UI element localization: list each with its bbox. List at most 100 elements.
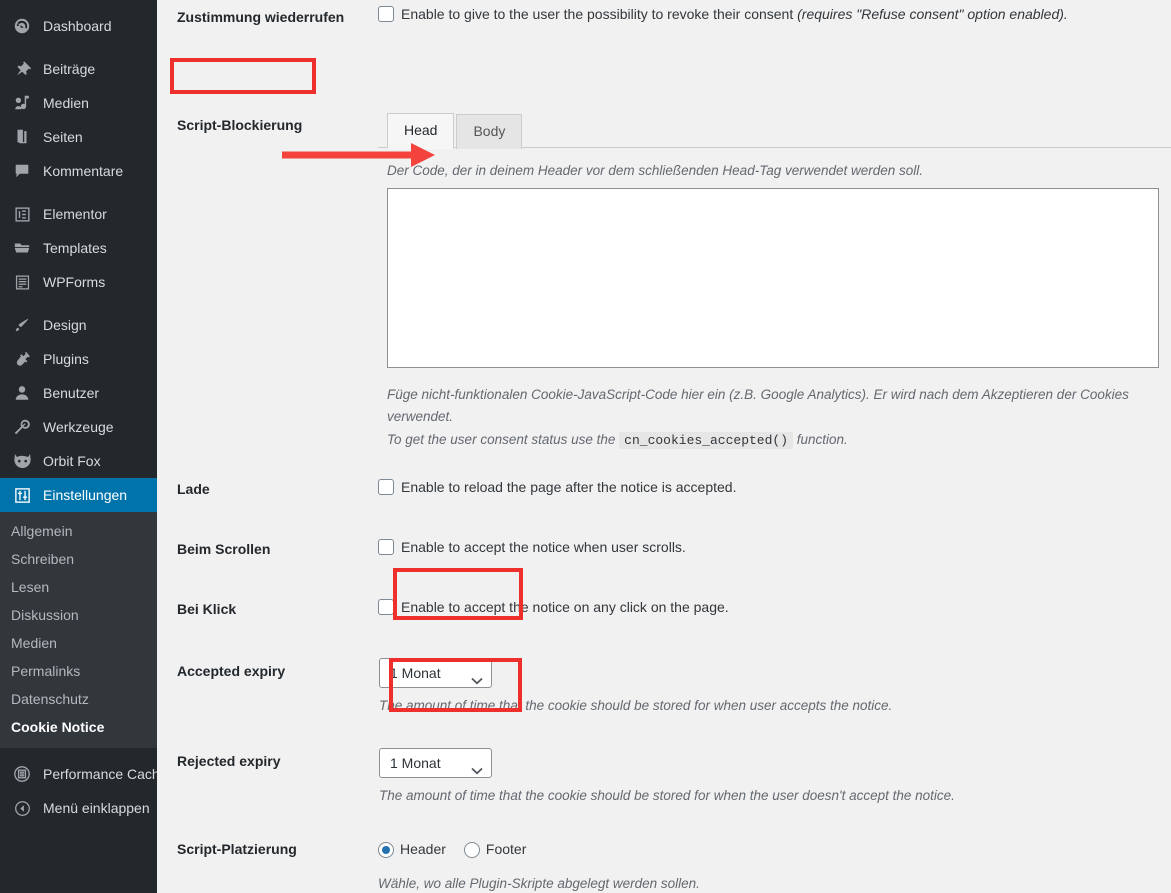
sidebar-item-design[interactable]: Design [0, 308, 157, 342]
sidebar-item-collapse-menu[interactable]: Menü einklappen [0, 791, 157, 825]
form-icon [10, 272, 34, 292]
row-script-placement: Script-Platzierung Header Footer Wähle, … [157, 832, 1171, 893]
checkbox-reload[interactable] [378, 479, 394, 495]
sidebar-item-seiten[interactable]: Seiten [0, 120, 157, 154]
pages-icon [10, 127, 34, 147]
label-revoke-consent: Zustimmung wiederrufen [157, 0, 378, 46]
sidebar-item-label: Kommentare [43, 163, 123, 179]
field-revoke-consent: Enable to give to the user the possibili… [378, 0, 1171, 40]
radio-footer-label: Footer [486, 839, 526, 860]
sidebar-item-label: Templates [43, 240, 107, 256]
plug-icon [10, 349, 34, 369]
accepted-expiry-select-wrap: 1 Monat [379, 658, 492, 688]
label-reload: Lade [157, 472, 378, 518]
checkbox-revoke-consent-label: Enable to give to the user the possibili… [401, 4, 1068, 25]
menu-separator [0, 748, 157, 757]
sidebar-item-wpforms[interactable]: WPForms [0, 265, 157, 299]
sidebar-item-label: Medien [43, 95, 89, 111]
row-on-click: Bei Klick Enable to accept the notice on… [157, 592, 1171, 652]
row-reload: Lade Enable to reload the page after the… [157, 472, 1171, 532]
revoke-text-italic: (requires "Refuse consent" option enable… [797, 6, 1068, 22]
head-tab-hint: Der Code, der in deinem Header vor dem s… [378, 148, 1171, 188]
accepted-expiry-description: The amount of time that the cookie shoul… [379, 696, 1161, 716]
revoke-text: Enable to give to the user the possibili… [401, 6, 797, 22]
label-on-scroll: Beim Scrollen [157, 532, 378, 578]
accepted-expiry-select[interactable]: 1 Monat [379, 658, 492, 688]
script-tabs: Head Body [378, 112, 1171, 148]
sidebar-item-label: Dashboard [43, 18, 112, 34]
menu-group-primary: Dashboard [0, 9, 157, 43]
menu-separator [0, 188, 157, 197]
sidebar-item-label: Orbit Fox [43, 453, 101, 469]
sidebar-item-einstellungen[interactable]: Einstellungen [0, 478, 157, 512]
submenu-item-cookie-notice[interactable]: Cookie Notice [0, 713, 157, 741]
row-accepted-expiry: Accepted expiry 1 Monat The amount of ti… [157, 652, 1171, 742]
sidebar-item-werkzeuge[interactable]: Werkzeuge [0, 410, 157, 444]
sidebar-item-templates[interactable]: Templates [0, 231, 157, 265]
sidebar-item-elementor[interactable]: Elementor [0, 197, 157, 231]
menu-group-admin: Design Plugins Benutzer Werkzeuge Orbit … [0, 308, 157, 512]
sidebar-item-kommentare[interactable]: Kommentare [0, 154, 157, 188]
checkbox-on-scroll-label: Enable to accept the notice when user sc… [401, 537, 686, 558]
label-on-click: Bei Klick [157, 592, 378, 638]
radio-footer[interactable] [464, 842, 480, 858]
sidebar-item-performance-cache[interactable]: Performance Cache [0, 757, 157, 791]
sidebar-item-label: WPForms [43, 274, 105, 290]
submenu-item-medien[interactable]: Medien [0, 629, 157, 657]
submenu-item-permalinks[interactable]: Permalinks [0, 657, 157, 685]
sidebar-item-label: Benutzer [43, 385, 99, 401]
tab-body[interactable]: Body [456, 114, 522, 149]
sidebar-item-label: Seiten [43, 129, 83, 145]
sidebar-item-label: Design [43, 317, 87, 333]
code-desc-line1: Füge nicht-funktionalen Cookie-JavaScrip… [387, 387, 1129, 424]
rejected-expiry-select-wrap: 1 Monat [379, 748, 492, 778]
radio-header[interactable] [378, 842, 394, 858]
field-rejected-expiry: 1 Monat The amount of time that the cook… [378, 742, 1171, 821]
sidebar-item-benutzer[interactable]: Benutzer [0, 376, 157, 410]
script-placement-description: Wähle, wo alle Plugin-Skripte abgelegt w… [378, 874, 1161, 893]
settings-content: Zustimmung wiederrufen Enable to give to… [157, 0, 1171, 893]
pin-icon [10, 59, 34, 79]
submenu-item-lesen[interactable]: Lesen [0, 573, 157, 601]
field-on-scroll: Enable to accept the notice when user sc… [378, 532, 1171, 573]
checkbox-on-scroll[interactable] [378, 539, 394, 555]
sidebar-item-dashboard[interactable]: Dashboard [0, 9, 157, 43]
sidebar-item-orbit-fox[interactable]: Orbit Fox [0, 444, 157, 478]
radio-header-label: Header [400, 839, 446, 860]
code-desc-line2-pre: To get the user consent status use the [387, 432, 615, 447]
field-reload: Enable to reload the page after the noti… [378, 472, 1171, 513]
field-script-placement: Header Footer Wähle, wo alle Plugin-Skri… [378, 832, 1171, 893]
elementor-icon [10, 204, 34, 224]
submenu-item-diskussion[interactable]: Diskussion [0, 601, 157, 629]
sidebar-item-plugins[interactable]: Plugins [0, 342, 157, 376]
sidebar-item-label: Performance Cache [43, 766, 157, 782]
sidebar-item-medien[interactable]: Medien [0, 86, 157, 120]
sidebar-item-label: Werkzeuge [43, 419, 114, 435]
admin-sidebar: Dashboard Beiträge Medien Seiten [0, 0, 157, 893]
settings-submenu: Allgemein Schreiben Lesen Diskussion Med… [0, 512, 157, 748]
checkbox-on-click-label: Enable to accept the notice on any click… [401, 597, 729, 618]
tab-head[interactable]: Head [387, 113, 454, 149]
rejected-expiry-description: The amount of time that the cookie shoul… [379, 786, 1161, 806]
submenu-item-datenschutz[interactable]: Datenschutz [0, 685, 157, 713]
head-code-description: Füge nicht-funktionalen Cookie-JavaScrip… [378, 374, 1147, 457]
script-tabs-wrap: Head Body [378, 112, 1171, 148]
submenu-item-allgemein[interactable]: Allgemein [0, 517, 157, 545]
rejected-expiry-select[interactable]: 1 Monat [379, 748, 492, 778]
performance-icon [10, 764, 34, 784]
label-script-blocking: Script-Blockierung [157, 56, 378, 154]
submenu-item-schreiben[interactable]: Schreiben [0, 545, 157, 573]
checkbox-revoke-consent[interactable] [378, 6, 394, 22]
menu-separator [0, 43, 157, 52]
collapse-icon [10, 798, 34, 818]
sidebar-item-label: Beiträge [43, 61, 95, 77]
settings-icon [10, 485, 34, 505]
menu-group-footer: Performance Cache Menü einklappen [0, 757, 157, 825]
checkbox-on-click[interactable] [378, 599, 394, 615]
label-script-placement: Script-Platzierung [157, 832, 378, 878]
row-script-blocking: Script-Blockierung Head Body Der Code, d… [157, 56, 1171, 472]
head-code-textarea[interactable] [387, 188, 1159, 368]
sidebar-item-beitraege[interactable]: Beiträge [0, 52, 157, 86]
menu-separator [0, 299, 157, 308]
field-accepted-expiry: 1 Monat The amount of time that the cook… [378, 652, 1171, 731]
